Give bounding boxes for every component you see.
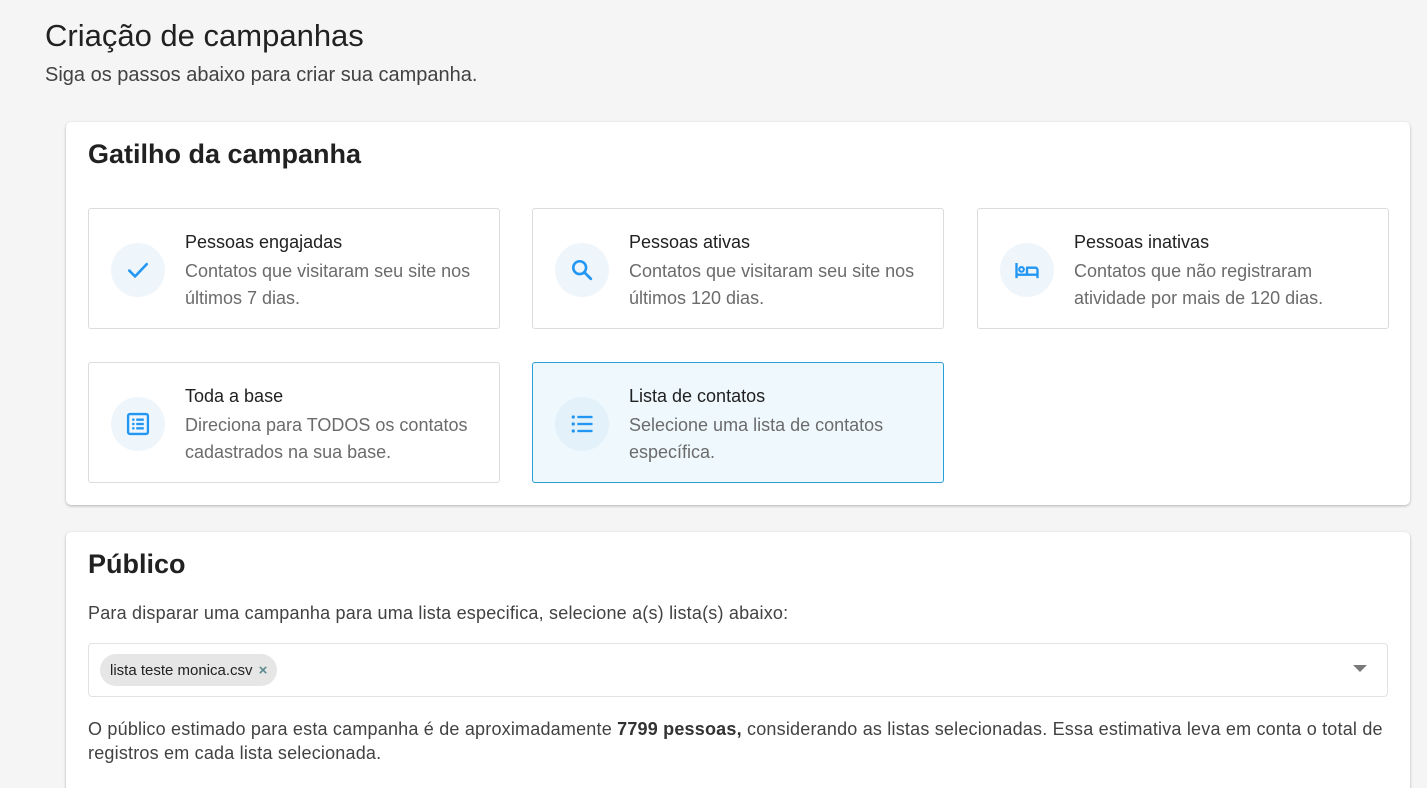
check-icon	[111, 243, 165, 297]
trigger-option-all-base[interactable]: Toda a base Direciona para TODOS os cont…	[88, 362, 500, 483]
trigger-card: Gatilho da campanha Pessoas engajadas Co…	[66, 122, 1410, 505]
dropdown-arrow-icon[interactable]	[1353, 665, 1367, 672]
list-select[interactable]: lista teste monica.csv ×	[88, 643, 1388, 697]
format-list-icon	[555, 397, 609, 451]
option-description: Direciona para TODOS os contatos cadastr…	[185, 415, 468, 462]
option-title: Lista de contatos	[629, 386, 766, 406]
trigger-card-title: Gatilho da campanha	[88, 139, 362, 169]
public-estimate: O público estimado para esta campanha é …	[88, 717, 1388, 765]
option-description: Contatos que visitaram seu site nos últi…	[185, 261, 471, 308]
option-description: Contatos que visitaram seu site nos últi…	[629, 261, 915, 308]
public-card-title: Público	[88, 549, 186, 579]
option-description: Contatos que não registraram atividade p…	[1074, 261, 1324, 308]
chip-label: lista teste monica.csv	[110, 661, 253, 679]
remove-chip-icon[interactable]: ×	[259, 663, 268, 678]
trigger-option-active[interactable]: Pessoas ativas Contatos que visitaram se…	[532, 208, 944, 329]
trigger-option-contact-list[interactable]: Lista de contatos Selecione uma lista de…	[532, 362, 944, 483]
option-title: Pessoas inativas	[1074, 232, 1210, 252]
option-title: Pessoas engajadas	[185, 232, 343, 252]
option-title: Pessoas ativas	[629, 232, 751, 252]
list-alt-icon	[111, 397, 165, 451]
option-title: Toda a base	[185, 386, 284, 406]
estimate-prefix: O público estimado para esta campanha é …	[88, 719, 618, 739]
estimate-count: 7799 pessoas,	[617, 719, 742, 739]
trigger-option-inactive[interactable]: Pessoas inativas Contatos que não regist…	[977, 208, 1389, 329]
option-description: Selecione uma lista de contatos específi…	[629, 415, 884, 462]
trigger-option-engaged[interactable]: Pessoas engajadas Contatos que visitaram…	[88, 208, 500, 329]
public-list-label: Para disparar uma campanha para uma list…	[88, 603, 789, 623]
selected-list-chip: lista teste monica.csv ×	[100, 654, 278, 686]
page: Criação de campanhas Siga os passos abai…	[0, 0, 1427, 788]
page-title: Criação de campanhas	[45, 18, 364, 53]
bed-icon	[1000, 243, 1054, 297]
search-icon	[555, 243, 609, 297]
page-subtitle: Siga os passos abaixo para criar sua cam…	[45, 64, 478, 86]
public-card: Público Para disparar uma campanha para …	[66, 532, 1410, 788]
